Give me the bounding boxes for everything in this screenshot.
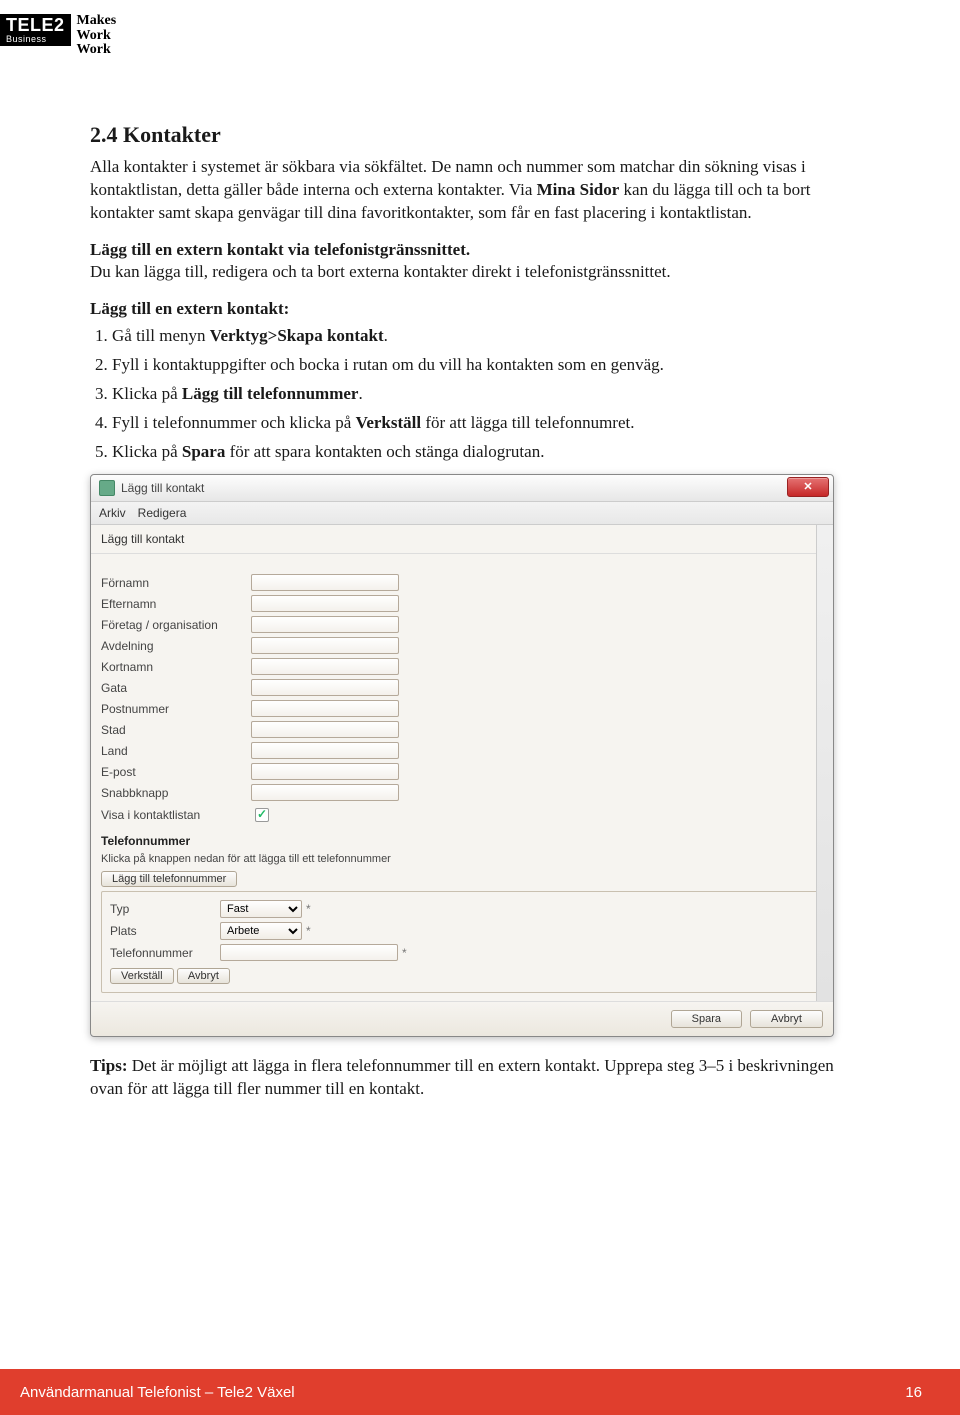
verkstall-button[interactable]: Verkställ: [110, 968, 174, 984]
tip-label: Tips:: [90, 1056, 128, 1075]
step-item: Klicka på Spara för att spara kontakten …: [112, 441, 870, 464]
step-item: Gå till menyn Verktyg>Skapa kontakt.: [112, 325, 870, 348]
text: Klicka på: [112, 442, 182, 461]
menu-arkiv[interactable]: Arkiv: [99, 505, 126, 521]
form-panel: Förnamn Efternamn Företag / organisation…: [91, 554, 833, 1001]
label-epost: E-post: [101, 764, 251, 780]
text: Klicka på: [112, 384, 182, 403]
menu-redigera[interactable]: Redigera: [138, 505, 187, 521]
input-kortnamn[interactable]: [251, 658, 399, 675]
close-icon: ✕: [803, 480, 812, 495]
label-typ: Typ: [110, 901, 220, 917]
input-efternamn[interactable]: [251, 595, 399, 612]
required-asterisk: *: [402, 945, 407, 961]
brand-sub: Business: [6, 35, 65, 44]
phone-subform: Typ Fast * Plats Arbete * Telefonnummer: [101, 891, 823, 993]
tagline-line: Work: [77, 29, 117, 44]
label-telefonnummer: Telefonnummer: [110, 945, 220, 961]
label-kortnamn: Kortnamn: [101, 659, 251, 675]
label-plats: Plats: [110, 923, 220, 939]
sub-paragraph: Lägg till en extern kontakt via telefoni…: [90, 239, 870, 285]
step-list: Gå till menyn Verktyg>Skapa kontakt. Fyl…: [90, 325, 870, 464]
avbryt-phone-button[interactable]: Avbryt: [177, 968, 230, 984]
label-snabbknapp: Snabbknapp: [101, 785, 251, 801]
brand-text: TELE2: [6, 15, 65, 35]
tagline-line: Work: [77, 43, 117, 58]
intro-paragraph: Alla kontakter i systemet är sökbara via…: [90, 156, 870, 225]
text-bold: Verkställ: [356, 413, 422, 432]
dialog-subtitle: Lägg till kontakt: [101, 532, 184, 546]
input-avdelning[interactable]: [251, 637, 399, 654]
footer-doc-title: Användarmanual Telefonist – Tele2 Växel: [20, 1384, 295, 1401]
dialog-titlebar: Lägg till kontakt ✕: [91, 475, 833, 502]
add-contact-dialog: Lägg till kontakt ✕ Arkiv Redigera Lägg …: [90, 474, 834, 1037]
label-fornamn: Förnamn: [101, 575, 251, 591]
input-fornamn[interactable]: [251, 574, 399, 591]
phone-section-title: Telefonnummer: [101, 833, 823, 849]
text-bold: Lägg till telefonnummer: [182, 384, 359, 403]
input-stad[interactable]: [251, 721, 399, 738]
tele2-badge: TELE2 Business: [0, 14, 71, 46]
input-postnummer[interactable]: [251, 700, 399, 717]
footer-page-number: 16: [905, 1384, 922, 1401]
text: Gå till menyn: [112, 326, 210, 345]
text: för att lägga till telefonnumret.: [421, 413, 634, 432]
label-efternamn: Efternamn: [101, 596, 251, 612]
label-foretag: Företag / organisation: [101, 617, 251, 633]
input-snabbknapp[interactable]: [251, 784, 399, 801]
label-land: Land: [101, 743, 251, 759]
page-footer: Användarmanual Telefonist – Tele2 Växel …: [0, 1369, 960, 1415]
label-stad: Stad: [101, 722, 251, 738]
tip-paragraph: Tips: Det är möjligt att lägga in flera …: [90, 1055, 870, 1101]
avbryt-button[interactable]: Avbryt: [750, 1010, 823, 1028]
label-avdelning: Avdelning: [101, 638, 251, 654]
checkbox-visa-i-kontaktlistan[interactable]: [255, 808, 269, 822]
step-item: Klicka på Lägg till telefonnummer.: [112, 383, 870, 406]
label-visa-i-kontaktlistan: Visa i kontaktlistan: [101, 807, 251, 823]
tagline-line: Makes: [77, 14, 117, 29]
required-asterisk: *: [306, 901, 311, 917]
input-epost[interactable]: [251, 763, 399, 780]
dialog-menubar: Arkiv Redigera: [91, 502, 833, 525]
text: Fyll i kontaktuppgifter och bocka i ruta…: [112, 355, 664, 374]
text-bold: Mina Sidor: [537, 180, 620, 199]
spara-button[interactable]: Spara: [671, 1010, 742, 1028]
text: .: [384, 326, 388, 345]
text-bold: Verktyg>Skapa kontakt: [210, 326, 384, 345]
label-postnummer: Postnummer: [101, 701, 251, 717]
text: för att spara kontakten och stänga dialo…: [225, 442, 544, 461]
tip-body: Det är möjligt att lägga in flera telefo…: [90, 1056, 834, 1098]
text: Du kan lägga till, redigera och ta bort …: [90, 262, 671, 281]
dialog-app-icon: [99, 480, 115, 496]
step-item: Fyll i kontaktuppgifter och bocka i ruta…: [112, 354, 870, 377]
tagline: Makes Work Work: [77, 14, 117, 58]
list-title: Lägg till en extern kontakt:: [90, 299, 289, 318]
dialog-footer: Spara Avbryt: [91, 1001, 833, 1036]
input-land[interactable]: [251, 742, 399, 759]
add-phone-button[interactable]: Lägg till telefonnummer: [101, 871, 237, 887]
text-bold: Lägg till en extern kontakt via telefoni…: [90, 240, 470, 259]
step-item: Fyll i telefonnummer och klicka på Verks…: [112, 412, 870, 435]
text: .: [358, 384, 362, 403]
close-button[interactable]: ✕: [787, 477, 829, 497]
text: Fyll i telefonnummer och klicka på: [112, 413, 356, 432]
section-heading: 2.4 Kontakter: [90, 120, 870, 150]
input-foretag[interactable]: [251, 616, 399, 633]
phone-section-hint: Klicka på knappen nedan för att lägga ti…: [101, 852, 823, 867]
label-gata: Gata: [101, 680, 251, 696]
select-typ[interactable]: Fast: [220, 900, 302, 918]
text-bold: Spara: [182, 442, 225, 461]
select-plats[interactable]: Arbete: [220, 922, 302, 940]
dialog-subtitle-panel: Lägg till kontakt: [91, 525, 833, 554]
required-asterisk: *: [306, 923, 311, 939]
dialog-title: Lägg till kontakt: [121, 480, 204, 496]
input-gata[interactable]: [251, 679, 399, 696]
header-logo: TELE2 Business Makes Work Work: [0, 14, 116, 58]
input-telefonnummer[interactable]: [220, 944, 398, 961]
